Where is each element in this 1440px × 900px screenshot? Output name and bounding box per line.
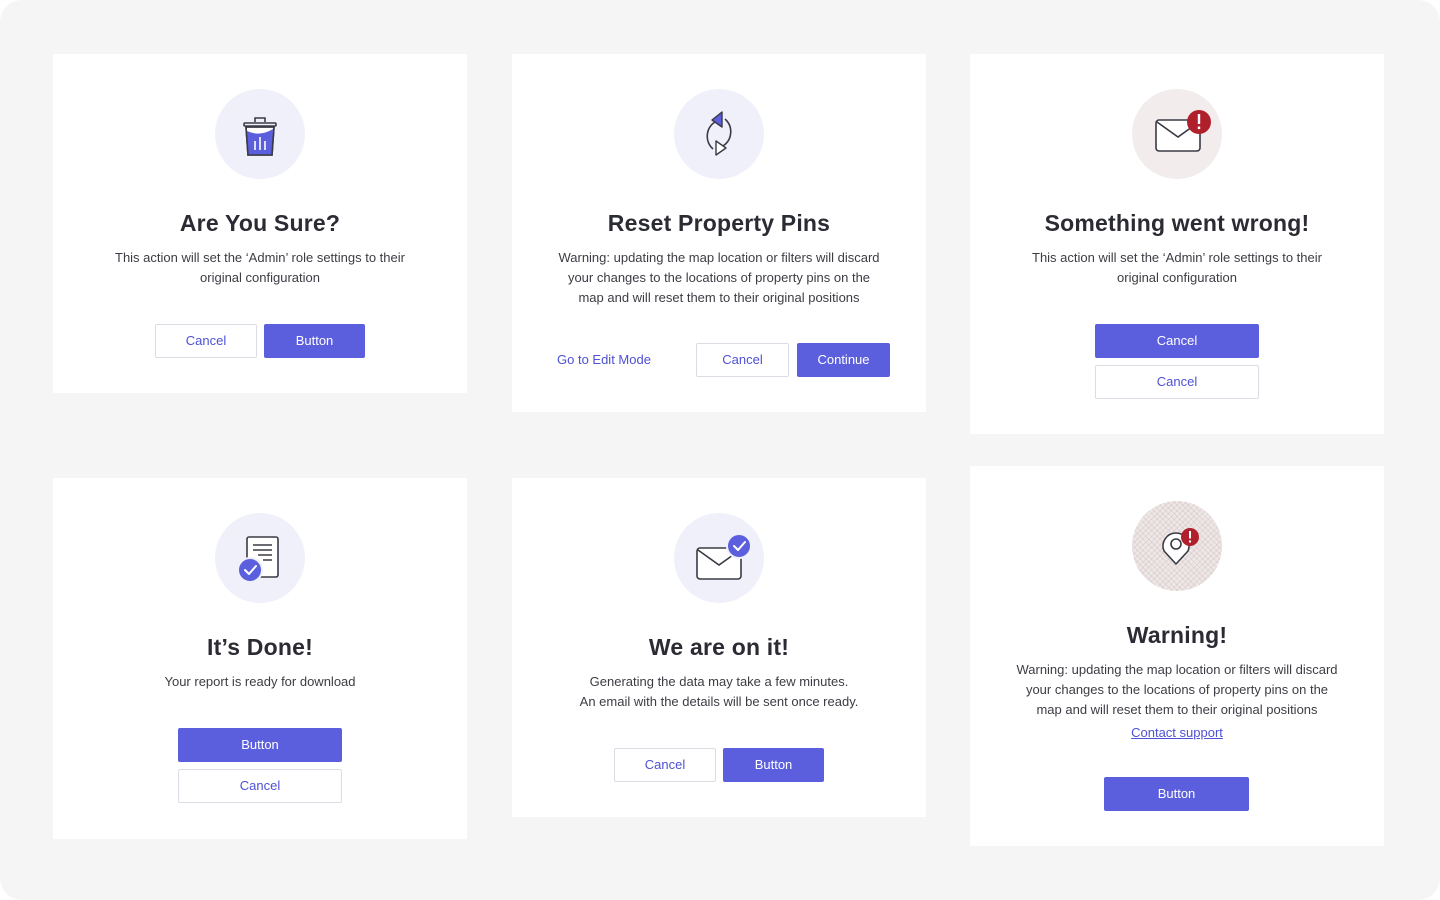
cancel-button[interactable]: Cancel [178, 769, 342, 803]
dialog-description: This action will set the ‘Admin’ role se… [1032, 250, 1322, 285]
dialog-description: Warning: updating the map location or fi… [558, 250, 880, 305]
trash-icon [215, 89, 305, 179]
modal-gallery-background: Are You Sure? This action will set the ‘… [0, 0, 1440, 900]
mail-error-icon [1132, 89, 1222, 179]
download-button[interactable]: Button [178, 728, 342, 762]
dialog-title: Something went wrong! [1044, 210, 1310, 236]
done-dialog-card: It’s Done! Your report is ready for down… [53, 478, 467, 839]
confirm-dialog-card: Are You Sure? This action will set the ‘… [53, 54, 467, 393]
refresh-icon [674, 89, 764, 179]
warning-dialog-card: Warning! Warning: updating the map locat… [970, 466, 1384, 846]
cancel-button[interactable]: Cancel [696, 343, 789, 377]
dialog-description: Your report is ready for download [164, 674, 356, 689]
cancel-button[interactable]: Cancel [614, 748, 716, 782]
confirm-button[interactable]: Button [723, 748, 824, 782]
dialog-title: Warning! [1126, 622, 1228, 648]
dialog-description: Warning: updating the map location or fi… [1016, 662, 1338, 717]
report-done-icon [215, 513, 305, 603]
dialog-title: It’s Done! [207, 634, 313, 660]
primary-cancel-button[interactable]: Cancel [1095, 324, 1259, 358]
dialog-title: Are You Sure? [179, 210, 341, 236]
continue-button[interactable]: Continue [797, 343, 890, 377]
cancel-button[interactable]: Cancel [1095, 365, 1259, 399]
cancel-button[interactable]: Cancel [155, 324, 257, 358]
go-to-edit-mode-link[interactable]: Go to Edit Mode [557, 352, 651, 367]
processing-dialog-card: We are on it! Generating the data may ta… [512, 478, 926, 817]
mail-check-icon [674, 513, 764, 603]
confirm-button[interactable]: Button [1104, 777, 1249, 811]
location-warning-icon [1132, 501, 1222, 591]
dialog-description: This action will set the ‘Admin’ role se… [115, 250, 405, 285]
dialog-title: Reset Property Pins [607, 210, 831, 236]
dialog-title: We are on it! [648, 634, 790, 660]
reset-pins-dialog-card: Reset Property Pins Warning: updating th… [512, 54, 926, 412]
contact-support-link[interactable]: Contact support [970, 725, 1384, 740]
error-dialog-card: Something went wrong! This action will s… [970, 54, 1384, 434]
dialog-description: Generating the data may take a few minut… [579, 674, 859, 709]
confirm-button[interactable]: Button [264, 324, 365, 358]
